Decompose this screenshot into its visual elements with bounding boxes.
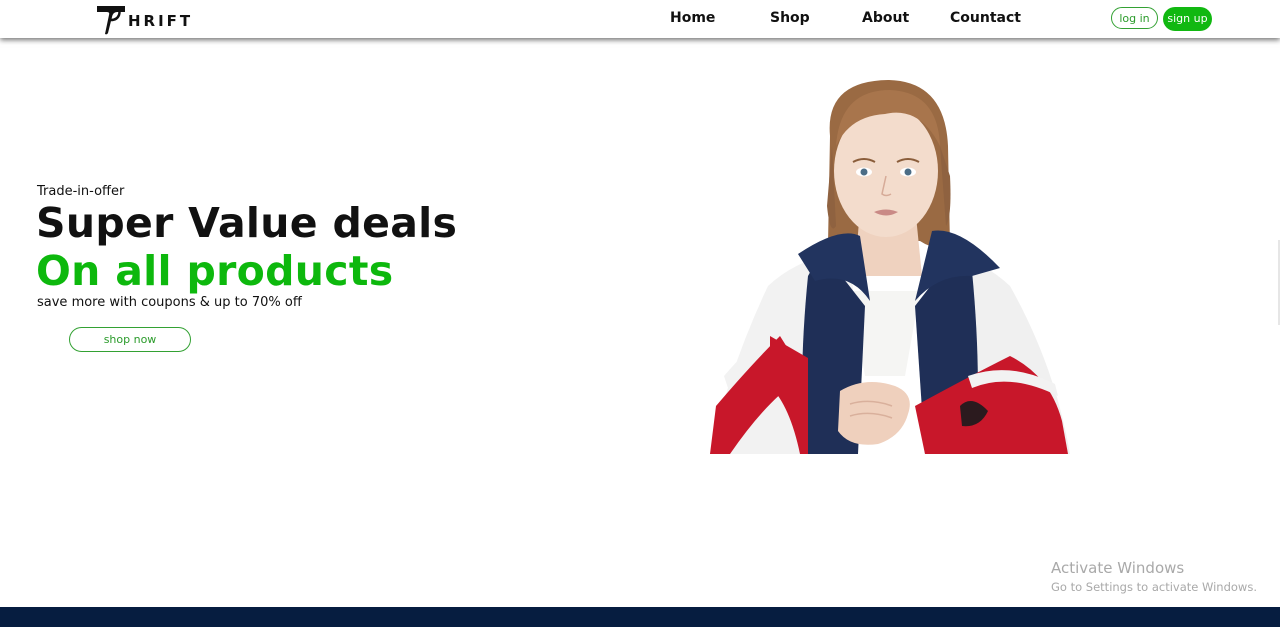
brand-logo[interactable]: HRIFT <box>95 3 193 35</box>
footer-band <box>0 607 1280 627</box>
activate-windows-subtitle: Go to Settings to activate Windows. <box>1051 580 1257 594</box>
hero-title: Super Value deals <box>36 199 458 247</box>
hero-title-accent: On all products <box>36 247 394 295</box>
login-button[interactable]: log in <box>1111 7 1158 29</box>
nav-home[interactable]: Home <box>670 10 715 26</box>
brand-name: HRIFT <box>128 12 194 30</box>
signup-button[interactable]: sign up <box>1163 7 1212 31</box>
nav-shop[interactable]: Shop <box>770 10 810 26</box>
shop-now-button[interactable]: shop now <box>69 327 191 352</box>
thrift-logo-icon <box>97 6 125 35</box>
top-navbar: HRIFT Home Shop About Countact log in si… <box>0 0 1280 38</box>
nav-about[interactable]: About <box>862 10 909 26</box>
nav-contact[interactable]: Countact <box>950 10 1021 26</box>
hero-eyebrow: Trade-in-offer <box>37 184 125 199</box>
activate-windows-title: Activate Windows <box>1051 559 1185 577</box>
model-in-jacket-photo <box>710 80 1070 454</box>
hero-subtitle: save more with coupons & up to 70% off <box>37 295 302 310</box>
